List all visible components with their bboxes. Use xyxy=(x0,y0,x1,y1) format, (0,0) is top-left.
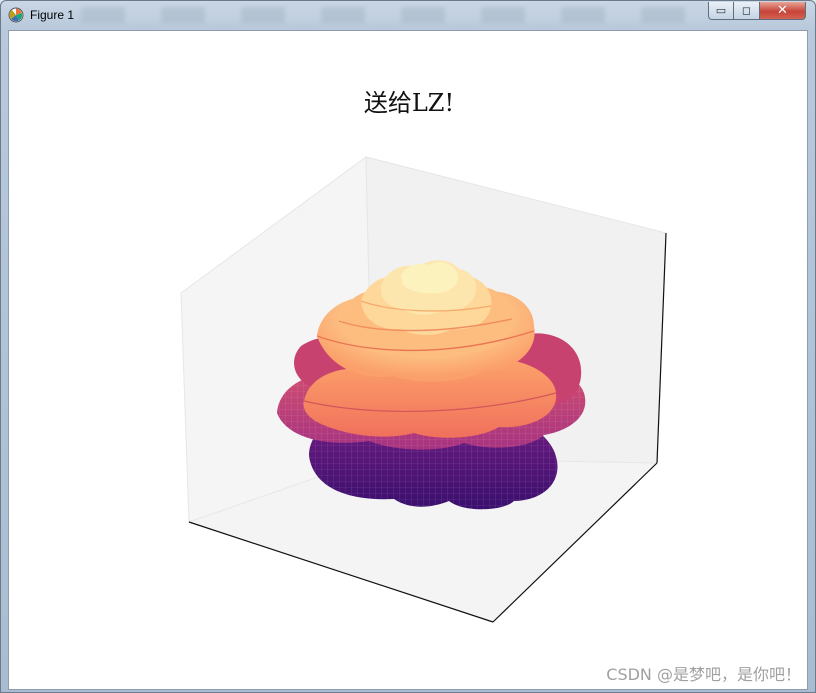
maximize-icon: ◻ xyxy=(741,4,752,17)
figure-canvas[interactable]: 送给LZ! CSDN @是梦吧，是你吧！ xyxy=(8,30,808,690)
window-title: Figure 1 xyxy=(30,8,75,22)
minimize-button[interactable]: ▭ xyxy=(708,2,734,20)
maximize-button[interactable]: ◻ xyxy=(734,2,760,20)
blurred-background-tabs xyxy=(81,7,705,23)
axes-3d[interactable] xyxy=(9,31,809,691)
matplotlib-icon xyxy=(8,7,24,23)
close-button[interactable]: ✕ xyxy=(760,2,806,20)
csdn-watermark: CSDN @是梦吧，是你吧！ xyxy=(606,665,801,684)
title-bar[interactable]: Figure 1 ▭ ◻ ✕ xyxy=(1,1,815,29)
minimize-icon: ▭ xyxy=(715,4,727,17)
close-icon: ✕ xyxy=(777,3,788,18)
app-window: Figure 1 ▭ ◻ ✕ 送给LZ! CSDN @是梦吧，是你吧！ xyxy=(0,0,816,693)
